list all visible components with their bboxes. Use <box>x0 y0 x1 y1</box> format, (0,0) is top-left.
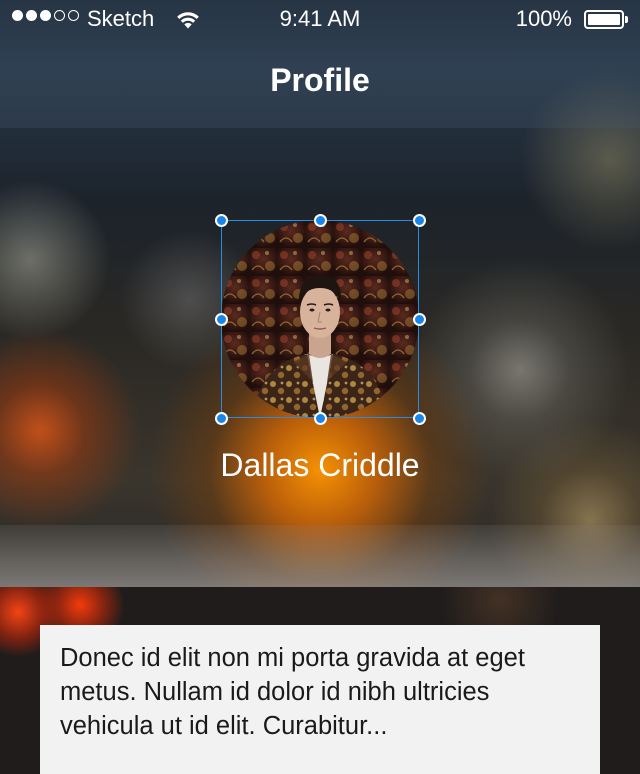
battery-percentage: 100% <box>515 6 572 31</box>
battery-tip <box>625 16 628 23</box>
resize-handle-bottom-left[interactable] <box>214 411 228 425</box>
battery-icon <box>584 10 628 29</box>
battery-fill <box>588 14 620 25</box>
battery-body <box>584 10 624 29</box>
page-title: Profile <box>270 62 370 98</box>
resize-handle-bottom-right[interactable] <box>412 411 426 425</box>
status-bar: Sketch 9:41 AM 100% <box>0 0 640 40</box>
resize-handle-top-left[interactable] <box>214 213 228 227</box>
resize-handle-top-center[interactable] <box>313 213 327 227</box>
resize-handle-top-right[interactable] <box>412 213 426 227</box>
avatar-container[interactable] <box>214 213 426 425</box>
bio-text: Donec id elit non mi porta gravida at eg… <box>60 644 525 740</box>
resize-handle-middle-left[interactable] <box>214 312 228 326</box>
resize-handle-middle-right[interactable] <box>412 312 426 326</box>
header-fade-band <box>0 525 640 587</box>
bio-card: Donec id elit non mi porta gravida at eg… <box>40 625 600 774</box>
resize-handle-bottom-center[interactable] <box>313 411 327 425</box>
profile-name: Dallas Criddle <box>220 447 420 483</box>
selection-box <box>221 220 419 418</box>
